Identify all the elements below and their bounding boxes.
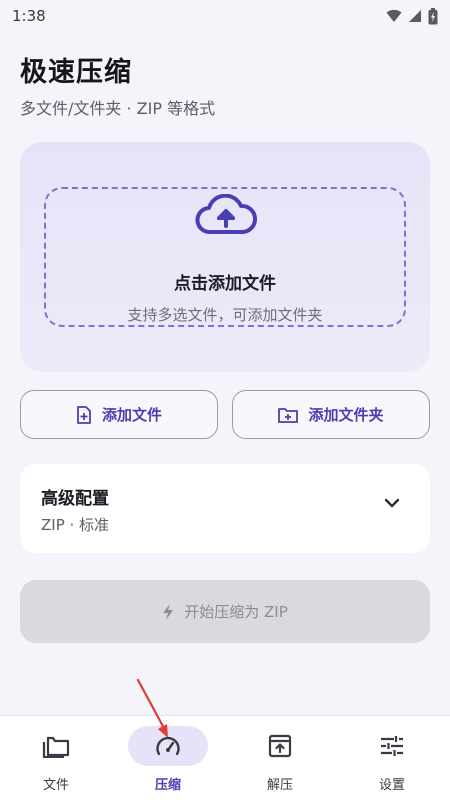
page-title: 极速压缩 <box>20 57 132 88</box>
signal-icon <box>409 10 421 22</box>
battery-icon <box>428 7 438 24</box>
cloud-upload-icon <box>195 194 257 234</box>
nav-item-files[interactable]: 文件 <box>0 716 112 800</box>
nav-item-extract[interactable]: 解压 <box>224 716 336 800</box>
folder-icon <box>42 736 70 758</box>
nav-label-settings: 设置 <box>378 778 405 793</box>
add-file-button[interactable]: 添加文件 <box>20 390 218 439</box>
archive-upload-icon <box>268 734 292 758</box>
page-subtitle: 多文件/文件夹 · ZIP 等格式 <box>20 99 216 118</box>
wifi-icon <box>386 9 402 22</box>
start-compress-label: 开始压缩为 ZIP <box>184 603 288 621</box>
nav-item-settings[interactable]: 设置 <box>336 716 448 800</box>
config-title: 高级配置 <box>41 489 109 509</box>
lightning-icon <box>163 603 174 620</box>
status-icons <box>386 7 438 25</box>
nav-label-compress: 压缩 <box>154 778 181 793</box>
screen: 1:38 极速压缩 多文件/文件夹 · ZIP 等格式 点击添加文件 支持多选文… <box>0 0 450 800</box>
status-bar: 1:38 <box>0 0 450 32</box>
sliders-icon <box>381 736 403 756</box>
file-add-icon <box>77 405 91 424</box>
add-folder-label: 添加文件夹 <box>308 406 384 424</box>
drop-hint: 支持多选文件，可添加文件夹 <box>127 306 323 324</box>
drop-title: 点击添加文件 <box>174 274 276 294</box>
add-file-label: 添加文件 <box>101 406 162 424</box>
start-compress-button[interactable]: 开始压缩为 ZIP <box>20 580 430 643</box>
bottom-nav: 文件 压缩 解压 设置 <box>0 715 450 800</box>
folder-add-icon <box>278 407 299 423</box>
nav-label-files: 文件 <box>42 778 69 793</box>
chevron-down-icon[interactable] <box>384 498 400 508</box>
nav-label-extract: 解压 <box>266 778 293 793</box>
advanced-config-card[interactable]: 高级配置 ZIP · 标准 <box>20 464 430 553</box>
config-summary: ZIP · 标准 <box>41 516 110 534</box>
add-folder-button[interactable]: 添加文件夹 <box>232 390 430 439</box>
status-time: 1:38 <box>12 7 46 25</box>
speedometer-icon <box>156 736 180 756</box>
nav-item-compress[interactable]: 压缩 <box>112 716 224 800</box>
file-drop-card[interactable]: 点击添加文件 支持多选文件，可添加文件夹 <box>20 142 430 372</box>
